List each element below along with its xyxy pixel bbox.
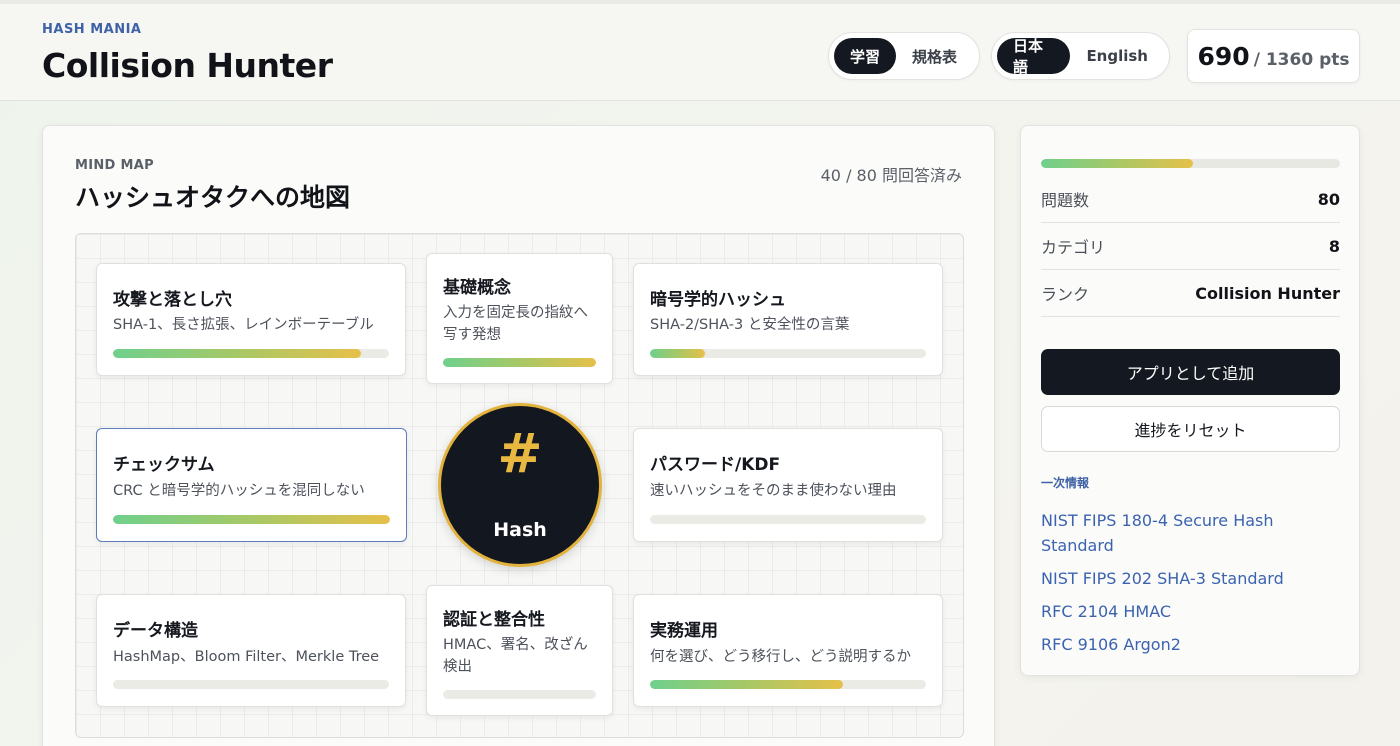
node-title: 暗号学的ハッシュ	[650, 290, 786, 310]
node-progress-bar	[113, 349, 389, 358]
stat-label: ランク	[1041, 285, 1090, 304]
progress-fill	[113, 515, 390, 524]
node-data-structures[interactable]: データ構造 HashMap、Bloom Filter、Merkle Tree	[96, 594, 406, 707]
stat-label: カテゴリ	[1041, 238, 1106, 257]
add-as-app-button[interactable]: アプリとして追加	[1041, 349, 1340, 395]
node-title: 基礎概念	[443, 278, 511, 298]
app-title: Collision Hunter	[42, 46, 333, 85]
node-title: 実務運用	[650, 621, 718, 641]
progress-fill	[113, 349, 362, 358]
reset-progress-button[interactable]: 進捗をリセット	[1041, 406, 1340, 452]
app-header: HASH MANIA Collision Hunter 学習 規格表 日本語 E…	[0, 0, 1400, 101]
node-description: SHA-2/SHA-3 と安全性の言葉	[650, 317, 850, 333]
source-link-rfc-9106[interactable]: RFC 9106 Argon2	[1041, 632, 1341, 657]
overall-progress-bar	[1041, 159, 1340, 168]
node-progress-bar	[650, 515, 926, 524]
source-link-rfc-2104[interactable]: RFC 2104 HMAC	[1041, 599, 1341, 624]
sources-label: 一次情報	[1041, 476, 1090, 490]
tab-spec-table[interactable]: 規格表	[896, 38, 973, 74]
node-progress-bar	[650, 349, 926, 358]
node-progress-bar	[443, 690, 596, 699]
progress-fill	[650, 349, 706, 358]
node-description: SHA-1、長さ拡張、レインボーテーブル	[113, 317, 374, 333]
node-title: チェックサム	[113, 455, 215, 475]
stat-value: 8	[1328, 236, 1340, 256]
page-title: ハッシュオタクへの地図	[75, 183, 351, 212]
mind-map: 攻撃と落とし穴 SHA-1、長さ拡張、レインボーテーブル 基礎概念 入力を固定長…	[75, 233, 964, 738]
hub-label: Hash	[493, 519, 547, 541]
stat-value: 80	[1317, 189, 1340, 209]
lang-japanese-button[interactable]: 日本語	[997, 37, 1071, 76]
node-title: データ構造	[113, 621, 198, 641]
mode-switch: 学習 規格表	[828, 32, 980, 80]
node-progress-bar	[650, 680, 926, 689]
mind-map-card: MIND MAP ハッシュオタクへの地図 40 / 80 問回答済み 攻撃と落と…	[42, 125, 995, 746]
node-basics[interactable]: 基礎概念 入力を固定長の指紋へ写す発想	[426, 253, 613, 384]
node-progress-bar	[113, 680, 389, 689]
node-password-kdf[interactable]: パスワード/KDF 速いハッシュをそのまま使わない理由	[633, 428, 943, 542]
node-progress-bar	[443, 358, 596, 367]
progress-fill	[650, 680, 844, 689]
progress-sidebar: 問題数 80 カテゴリ 8 ランク Collision Hunter アプリとし…	[1020, 125, 1360, 676]
stat-question-count: 問題数 80	[1041, 176, 1340, 223]
hub-node[interactable]: # Hash	[438, 403, 602, 567]
answered-count: 40 / 80 問回答済み	[820, 166, 962, 185]
node-description: CRC と暗号学的ハッシュを混同しない	[113, 483, 365, 499]
node-auth-integrity[interactable]: 認証と整合性 HMAC、署名、改ざん検出	[426, 585, 613, 716]
node-title: 攻撃と落とし穴	[113, 290, 232, 310]
node-crypto-hash[interactable]: 暗号学的ハッシュ SHA-2/SHA-3 と安全性の言葉	[633, 263, 943, 376]
stat-category-count: カテゴリ 8	[1041, 223, 1340, 270]
score-display: 690 / 1360 pts	[1187, 29, 1360, 83]
tab-learn[interactable]: 学習	[834, 38, 897, 74]
node-description: 入力を固定長の指紋へ写す発想	[443, 305, 588, 343]
node-description: HashMap、Bloom Filter、Merkle Tree	[113, 649, 380, 665]
source-link-fips-202[interactable]: NIST FIPS 202 SHA-3 Standard	[1041, 566, 1341, 591]
hash-icon: #	[497, 422, 543, 485]
node-checksum[interactable]: チェックサム CRC と暗号学的ハッシュを混同しない	[96, 428, 407, 542]
node-title: 認証と整合性	[443, 610, 545, 630]
section-label: MIND MAP	[75, 158, 154, 173]
score-value: 690	[1197, 42, 1250, 71]
node-description: HMAC、署名、改ざん検出	[443, 637, 588, 675]
stat-label: 問題数	[1041, 191, 1090, 210]
node-description: 何を選び、どう移行し、どう説明するか	[650, 649, 911, 665]
language-switch: 日本語 English	[991, 32, 1170, 80]
lang-english-button[interactable]: English	[1070, 38, 1164, 74]
source-link-fips-180-4[interactable]: NIST FIPS 180-4 Secure Hash Standard	[1041, 508, 1341, 558]
node-title: パスワード/KDF	[650, 455, 781, 475]
node-attacks[interactable]: 攻撃と落とし穴 SHA-1、長さ拡張、レインボーテーブル	[96, 263, 406, 376]
stat-value: Collision Hunter	[1195, 283, 1340, 303]
stat-rank: ランク Collision Hunter	[1041, 270, 1340, 317]
node-progress-bar	[113, 515, 390, 524]
node-operations[interactable]: 実務運用 何を選び、どう移行し、どう説明するか	[633, 594, 943, 707]
progress-fill	[1041, 159, 1194, 168]
node-description: 速いハッシュをそのまま使わない理由	[650, 483, 897, 499]
score-total: / 1360 pts	[1253, 50, 1350, 70]
brand-label: HASH MANIA	[42, 22, 142, 37]
progress-fill	[443, 358, 596, 367]
